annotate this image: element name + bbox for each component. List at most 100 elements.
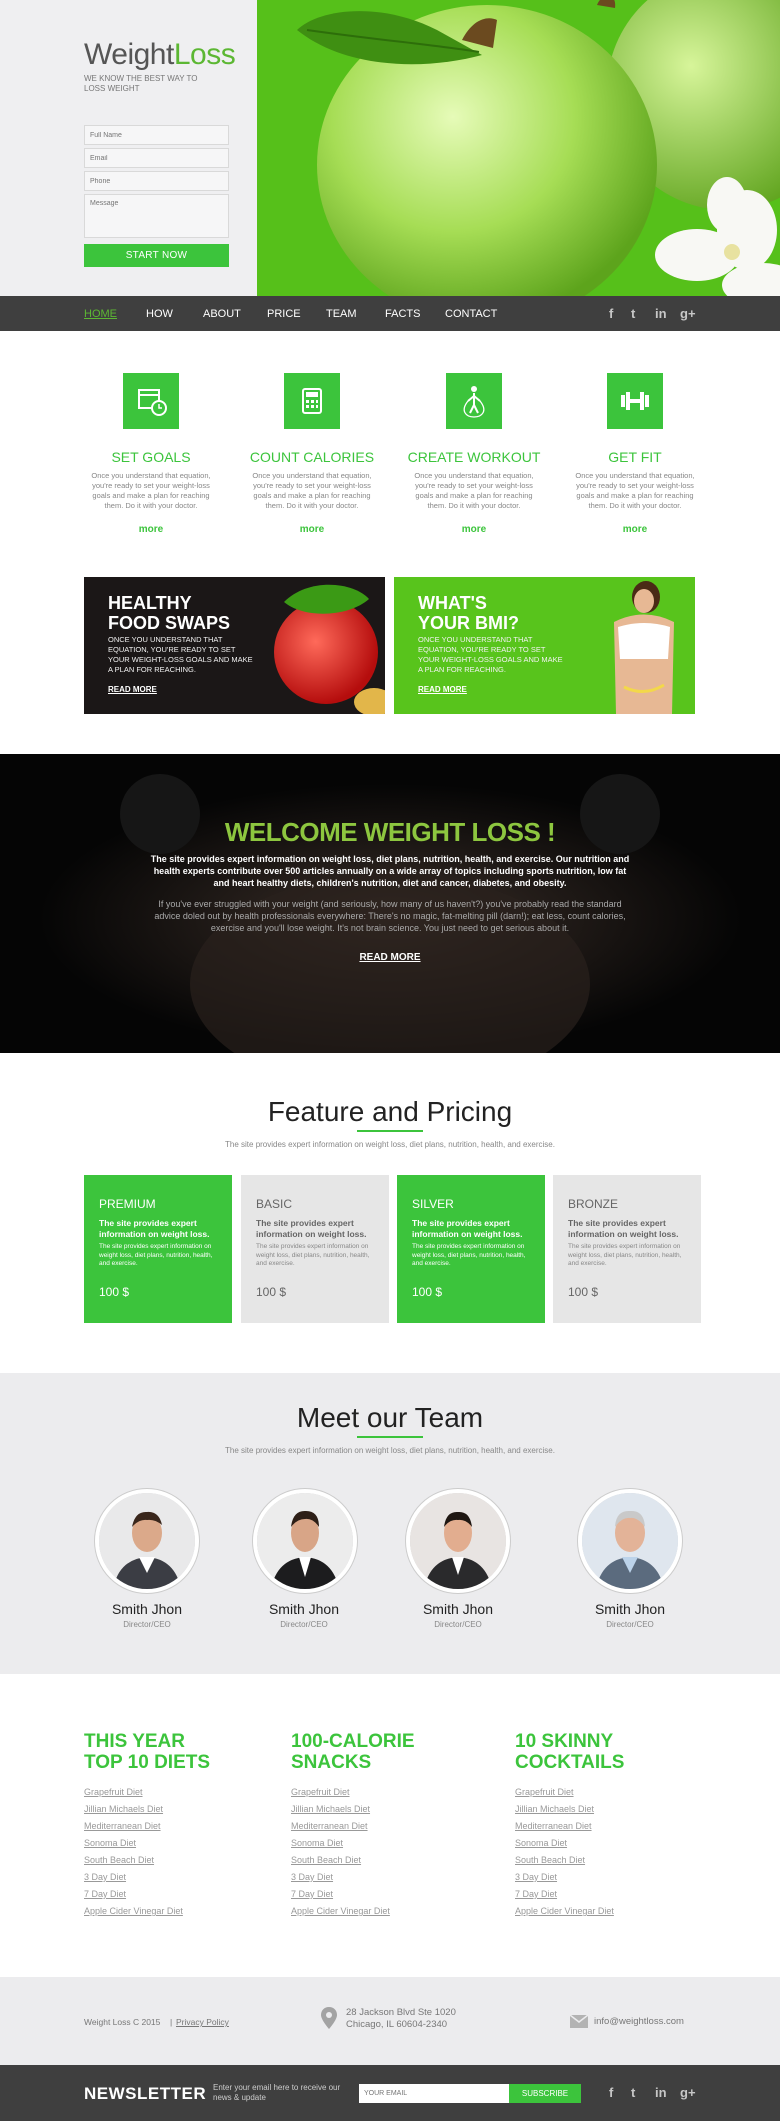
calendar-clock-icon — [123, 373, 179, 429]
list-item[interactable]: Sonoma Diet — [84, 1838, 136, 1848]
list-item[interactable]: Sonoma Diet — [291, 1838, 343, 1848]
phone-input[interactable] — [84, 171, 229, 191]
list-item[interactable]: South Beach Diet — [515, 1855, 585, 1865]
list-item[interactable]: 3 Day Diet — [84, 1872, 126, 1882]
bmi-banner[interactable]: WHAT'S YOUR BMI? ONCE YOU UNDERSTAND THAT… — [394, 577, 695, 714]
google-plus-icon[interactable]: g+ — [680, 306, 696, 321]
avatar[interactable] — [406, 1489, 510, 1593]
nav-facts[interactable]: FACTS — [385, 308, 420, 320]
linkedin-icon[interactable]: in — [655, 306, 667, 321]
dumbbell-icon — [607, 373, 663, 429]
fitness-woman-image — [614, 581, 674, 714]
list-item[interactable]: Apple Cider Vinegar Diet — [84, 1906, 183, 1916]
facebook-icon[interactable]: f — [609, 2085, 613, 2100]
nav-home[interactable]: HOME — [84, 308, 117, 320]
jump-rope-icon — [446, 373, 502, 429]
pricing-card-bronze[interactable]: BRONZE The site provides expert informat… — [553, 1175, 701, 1323]
green-apples-illustration — [257, 0, 780, 296]
nav-price[interactable]: PRICE — [267, 308, 301, 320]
plan-description: The site provides expert information on … — [99, 1243, 213, 1267]
list-title: 10 SKINNY COCKTAILS — [515, 1731, 715, 1773]
feature-more-link[interactable]: more — [555, 524, 715, 535]
healthy-food-swaps-banner[interactable]: HEALTHY FOOD SWAPS ONCE YOU UNDERSTAND TH… — [84, 577, 385, 714]
welcome-read-more-link[interactable]: READ MORE — [0, 952, 780, 963]
feature-text: Once you understand that equation, you'r… — [91, 471, 211, 510]
main-nav: HOME HOW ABOUT PRICE TEAM FACTS CONTACT … — [0, 296, 780, 331]
twitter-icon[interactable]: t — [631, 306, 635, 321]
plan-price: 100 $ — [568, 1285, 599, 1299]
newsletter-email-input[interactable] — [359, 2084, 509, 2103]
team-title: Meet our Team — [296, 1402, 484, 1433]
hero-apple-image — [257, 0, 780, 296]
list-item[interactable]: South Beach Diet — [84, 1855, 154, 1865]
list-item[interactable]: Grapefruit Diet — [84, 1787, 143, 1797]
avatar[interactable] — [95, 1489, 199, 1593]
email-input[interactable] — [84, 148, 229, 168]
read-more-link[interactable]: READ MORE — [418, 685, 467, 694]
privacy-policy-link[interactable]: Privacy Policy — [176, 2017, 229, 2027]
pricing-card-premium[interactable]: PREMIUM The site provides expert informa… — [84, 1175, 232, 1323]
list-item[interactable]: Grapefruit Diet — [515, 1787, 574, 1797]
list-item[interactable]: Mediterranean Diet — [291, 1821, 368, 1831]
start-now-button[interactable]: START NOW — [84, 244, 229, 267]
footer: Weight Loss C 2015 | Privacy Policy 28 J… — [0, 1977, 780, 2065]
list-item[interactable]: Mediterranean Diet — [515, 1821, 592, 1831]
list-item[interactable]: 7 Day Diet — [515, 1889, 557, 1899]
list-item[interactable]: Apple Cider Vinegar Diet — [515, 1906, 614, 1916]
nav-how[interactable]: HOW — [146, 308, 173, 320]
nav-team[interactable]: TEAM — [326, 308, 357, 320]
newsletter-title: NEWSLETTER — [84, 2084, 207, 2103]
list-item[interactable]: Apple Cider Vinegar Diet — [291, 1906, 390, 1916]
pricing-card-silver[interactable]: SILVER The site provides expert informat… — [397, 1175, 545, 1323]
avatar[interactable] — [253, 1489, 357, 1593]
list-title-line: TOP 10 DIETS — [84, 1752, 211, 1773]
team-title-underline — [357, 1436, 423, 1438]
list-item[interactable]: Jillian Michaels Diet — [291, 1804, 370, 1814]
plan-price: 100 $ — [412, 1285, 443, 1299]
list-item[interactable]: Grapefruit Diet — [291, 1787, 350, 1797]
message-textarea[interactable] — [84, 194, 229, 238]
list-item[interactable]: South Beach Diet — [291, 1855, 361, 1865]
welcome-body-text: If you've ever struggled with your weigh… — [154, 899, 626, 933]
list-item[interactable]: 7 Day Diet — [291, 1889, 333, 1899]
facebook-icon[interactable]: f — [609, 306, 613, 321]
hero-section: WeightLoss WE KNOW THE BEST WAY TO LOSS … — [0, 0, 780, 296]
feature-title: SET GOALS — [111, 449, 191, 465]
pricing-subtitle: The site provides expert information on … — [225, 1140, 555, 1149]
plan-description: The site provides expert information on … — [412, 1243, 526, 1267]
feature-more-link[interactable]: more — [394, 524, 554, 535]
calculator-icon — [284, 373, 340, 429]
promo-text: ONCE YOU UNDERSTAND THAT EQUATION, YOU'R… — [108, 635, 253, 674]
nav-about[interactable]: ABOUT — [203, 308, 241, 320]
logo-word-1: Weight — [84, 38, 174, 71]
plan-lead: The site provides expert information on … — [99, 1218, 210, 1239]
twitter-icon[interactable]: t — [631, 2085, 635, 2100]
list-item[interactable]: Mediterranean Diet — [84, 1821, 161, 1831]
list-item[interactable]: Jillian Michaels Diet — [84, 1804, 163, 1814]
list-item[interactable]: 7 Day Diet — [84, 1889, 126, 1899]
team-member-role: Director/CEO — [434, 1620, 482, 1629]
copyright-text: Weight Loss C 2015 — [84, 2017, 161, 2027]
list-item[interactable]: 3 Day Diet — [515, 1872, 557, 1882]
subscribe-button[interactable]: SUBSCRIBE — [509, 2084, 581, 2103]
list-item[interactable]: Sonoma Diet — [515, 1838, 567, 1848]
site-logo[interactable]: WeightLoss — [84, 38, 236, 72]
contact-email-link[interactable]: info@weightloss.com — [594, 2016, 684, 2027]
list-item[interactable]: 3 Day Diet — [291, 1872, 333, 1882]
team-member-role: Director/CEO — [606, 1620, 654, 1629]
feature-text: Once you understand that equation, you'r… — [414, 471, 534, 510]
feature-more-link[interactable]: more — [71, 524, 231, 535]
pricing-card-basic[interactable]: BASIC The site provides expert informati… — [241, 1175, 389, 1323]
team-member-role: Director/CEO — [280, 1620, 328, 1629]
nav-contact[interactable]: CONTACT — [445, 308, 497, 320]
read-more-link[interactable]: READ MORE — [108, 685, 157, 694]
feature-more-link[interactable]: more — [232, 524, 392, 535]
google-plus-icon[interactable]: g+ — [680, 2085, 696, 2100]
full-name-input[interactable] — [84, 125, 229, 145]
welcome-section: WELCOME WEIGHT LOSS ! The site provides … — [0, 754, 780, 1053]
team-member-name: Smith Jhon — [594, 1601, 666, 1617]
avatar[interactable] — [578, 1489, 682, 1593]
list-title-line: THIS YEAR — [84, 1731, 186, 1752]
linkedin-icon[interactable]: in — [655, 2085, 667, 2100]
list-item[interactable]: Jillian Michaels Diet — [515, 1804, 594, 1814]
